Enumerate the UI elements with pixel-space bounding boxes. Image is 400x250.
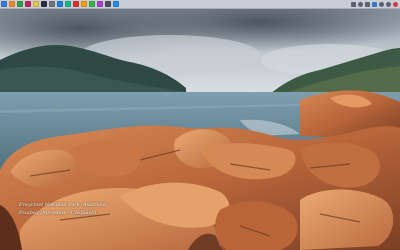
power-icon[interactable]	[393, 1, 398, 7]
mail-icon[interactable]	[17, 1, 23, 7]
caption-credit: Pixabay (Mirosław - Unsplash)	[19, 210, 97, 216]
notification-icon[interactable]	[379, 1, 384, 7]
files-icon[interactable]	[1, 1, 7, 7]
settings-icon[interactable]	[49, 1, 55, 7]
network-icon[interactable]	[351, 1, 356, 7]
desktop-wallpaper: Freycinet National Park, Australia Pixab…	[0, 0, 400, 250]
app-launcher	[1, 1, 119, 7]
maps-icon[interactable]	[89, 1, 95, 7]
wallpaper-caption: Freycinet National Park, Australia Pixab…	[19, 201, 139, 217]
calendar-icon[interactable]	[73, 1, 79, 7]
store-icon[interactable]	[57, 1, 63, 7]
terminal-icon[interactable]	[41, 1, 47, 7]
system-tray	[351, 1, 398, 7]
chat-icon[interactable]	[65, 1, 71, 7]
photos-icon[interactable]	[33, 1, 39, 7]
volume-icon[interactable]	[358, 1, 363, 7]
downloads-icon[interactable]	[113, 1, 119, 7]
browser-icon[interactable]	[9, 1, 15, 7]
top-panel	[0, 0, 400, 9]
bluetooth-icon[interactable]	[372, 1, 377, 7]
caption-location: Freycinet National Park, Australia	[19, 202, 106, 208]
user-icon[interactable]	[386, 1, 391, 7]
music-icon[interactable]	[25, 1, 31, 7]
video-icon[interactable]	[97, 1, 103, 7]
battery-icon[interactable]	[365, 1, 370, 7]
notes-icon[interactable]	[81, 1, 87, 7]
editor-icon[interactable]	[105, 1, 111, 7]
